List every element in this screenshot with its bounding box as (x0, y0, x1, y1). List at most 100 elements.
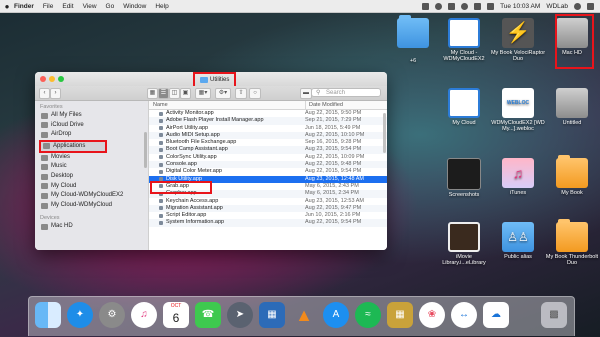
search-field[interactable]: ⚲ Search (311, 88, 381, 97)
facetime-icon[interactable]: ☎ (195, 302, 221, 328)
window-titlebar[interactable]: Utilities (35, 72, 387, 88)
tags-button[interactable]: ○ (249, 88, 261, 99)
drive-folder-icon (556, 219, 588, 252)
desktop-item-my-cloud-ex2[interactable]: My Cloud - WDMyCloudEX2 (436, 18, 492, 63)
app-store-icon[interactable]: A (323, 302, 349, 328)
sidebar-item-movies[interactable]: Movies (35, 153, 148, 163)
table-row[interactable]: Digital Color Meter.app Aug 22, 2015, 9:5… (149, 168, 387, 175)
menu-go[interactable]: Go (106, 3, 115, 10)
menu-file[interactable]: File (43, 3, 53, 10)
photos-icon[interactable]: ❀ (419, 302, 445, 328)
notification-center-icon[interactable] (587, 2, 594, 10)
bluetooth-icon[interactable] (448, 2, 456, 10)
close-window-button[interactable] (40, 76, 46, 82)
menu-window[interactable]: Window (123, 3, 146, 10)
sidebar-item-music[interactable]: Music (35, 162, 148, 172)
apple-menu-icon[interactable]: ● (0, 2, 14, 11)
table-row[interactable]: Adobe Flash Player Install Manager.app Se… (149, 117, 387, 125)
desktop-item-velociraptor-duo[interactable]: ⚡ My Book VelociRaptor Duo (490, 18, 546, 63)
sidebar-item-desktop[interactable]: Desktop (35, 172, 148, 182)
trash-icon[interactable]: ▩ (541, 302, 567, 328)
file-list: Name Date Modified Activity Monitor.app A… (149, 101, 387, 250)
list-view-button[interactable]: ☰ (158, 88, 169, 99)
desktop-item-my-book[interactable]: My Book (544, 155, 600, 196)
column-name-header[interactable]: Name (153, 101, 168, 109)
volume-icon[interactable] (474, 2, 482, 10)
file-date: Aug 22, 2015, 9:48 PM (305, 161, 362, 168)
forward-button[interactable]: › (50, 88, 61, 99)
desktop-item-imovie-library[interactable]: iMovie Library.i...eLibrary (436, 222, 492, 267)
table-row[interactable]: Activity Monitor.app Aug 22, 2015, 9:50 P… (149, 110, 387, 117)
table-row[interactable]: ColorSync Utility.app Aug 22, 2015, 10:09… (149, 154, 387, 161)
sidebar-item-mac-hd[interactable]: Mac HD (35, 222, 148, 232)
finder-sidebar: Favorites All My Files iCloud Drive AirD… (35, 101, 149, 250)
back-button[interactable]: ‹ (39, 88, 50, 99)
table-row[interactable]: Script Editor.app Jun 10, 2015, 2:16 PM (149, 212, 387, 219)
folder-icon (397, 15, 429, 48)
calendar-icon[interactable]: OCT 6 (163, 302, 189, 328)
desktop-item-itunes[interactable]: ♫ iTunes (490, 158, 546, 196)
file-name: AirPort Utility.app (166, 124, 209, 131)
column-view-button[interactable]: ◫ (169, 88, 180, 99)
table-row[interactable]: Keychain Access.app Aug 23, 2015, 12:53 A… (149, 198, 387, 205)
time-machine-icon[interactable] (435, 2, 443, 10)
itunes-icon[interactable]: ♫ (131, 302, 157, 328)
sidebar-item-my-cloud-wdmycloud[interactable]: My Cloud-WDMyCloud (35, 201, 148, 211)
wifi-icon[interactable] (461, 2, 469, 10)
sidebar-item-icloud-drive[interactable]: iCloud Drive (35, 121, 148, 131)
sidebar-scrollbar[interactable] (144, 132, 147, 168)
action-gear-button[interactable]: ⚙▾ (215, 88, 231, 99)
icon-view-button[interactable]: ▦ (147, 88, 158, 99)
cover-flow-button[interactable]: ▣ (180, 88, 191, 99)
table-row[interactable]: System Information.app Aug 22, 2015, 9:54… (149, 219, 387, 227)
table-row[interactable]: AirPort Utility.app Jun 18, 2015, 5:49 PM (149, 125, 387, 132)
minimize-window-button[interactable] (49, 76, 55, 82)
wd-sync-icon[interactable]: ☁ (483, 302, 509, 328)
table-row[interactable]: Audio MIDI Setup.app Aug 22, 2015, 10:10 … (149, 131, 387, 140)
table-row[interactable]: Boot Camp Assistant.app Aug 23, 2015, 9:5… (149, 146, 387, 154)
file-list-scrollbar[interactable] (383, 113, 386, 153)
file-name: Migration Assistant.app (166, 204, 223, 211)
safari-icon[interactable]: ✦ (67, 302, 93, 328)
desktop-icon (41, 173, 48, 180)
desktop-item-thunderbolt-duo[interactable]: My Book Thunderbolt Duo (544, 219, 600, 267)
menu-user[interactable]: WDLab (546, 3, 568, 10)
desktop-item-public-alias[interactable]: ♙♙ Public alias (490, 222, 546, 260)
launchpad-icon[interactable]: ➤ (227, 302, 253, 328)
network-share-icon (448, 88, 480, 118)
teamviewer-icon[interactable]: ↔ (451, 302, 477, 328)
battery-icon[interactable] (487, 2, 495, 10)
sidebar-item-my-cloud[interactable]: My Cloud (35, 182, 148, 192)
menu-app-name[interactable]: Finder (14, 3, 34, 10)
sidebar-item-applications[interactable]: Applications (39, 139, 107, 153)
table-row[interactable]: Console.app Aug 22, 2015, 9:48 PM (149, 161, 387, 169)
share-button[interactable]: ⇧ (235, 88, 247, 99)
menu-view[interactable]: View (83, 3, 97, 10)
desktop-item-my-cloud[interactable]: My Cloud (436, 88, 492, 126)
fullscreen-window-button[interactable] (58, 76, 64, 82)
desktop-item-stack[interactable]: +6 (385, 15, 441, 64)
archive-utility-icon[interactable]: ▦ (387, 302, 413, 328)
table-row[interactable]: Bluetooth File Exchange.app Sep 16, 2015,… (149, 139, 387, 146)
menu-help[interactable]: Help (155, 3, 168, 10)
file-name: System Information.app (166, 219, 225, 226)
sidebar-item-airdrop[interactable]: AirDrop (35, 130, 148, 140)
photo-booth-icon[interactable]: ▦ (259, 302, 285, 328)
app-icon (159, 169, 163, 174)
vlc-icon[interactable]: ▲ (291, 302, 317, 328)
spotify-icon[interactable]: ≈ (355, 302, 381, 328)
sidebar-item-all-my-files[interactable]: All My Files (35, 111, 148, 121)
column-date-header[interactable]: Date Modified (305, 101, 343, 109)
system-preferences-icon[interactable]: ⚙ (99, 302, 125, 328)
menu-edit[interactable]: Edit (62, 3, 73, 10)
arrange-button[interactable]: ▦▾ (195, 88, 211, 99)
menu-clock[interactable]: Tue 10:03 AM (500, 3, 540, 10)
desktop-item-screenshots[interactable]: Screenshots (436, 158, 492, 198)
desktop-item-untitled[interactable]: Untitled (544, 88, 600, 126)
finder-icon[interactable] (35, 302, 61, 328)
sidebar-item-my-cloud-ex2[interactable]: My Cloud-WDMyCloudEX2 (35, 191, 148, 201)
status-icon[interactable] (422, 2, 430, 10)
table-row[interactable]: Migration Assistant.app Aug 22, 2015, 9:4… (149, 204, 387, 213)
spotlight-icon[interactable] (574, 2, 581, 10)
desktop-item-webloc[interactable]: WEBLOC WDMyCloudEX2 [WD My...].webloc (490, 88, 546, 133)
